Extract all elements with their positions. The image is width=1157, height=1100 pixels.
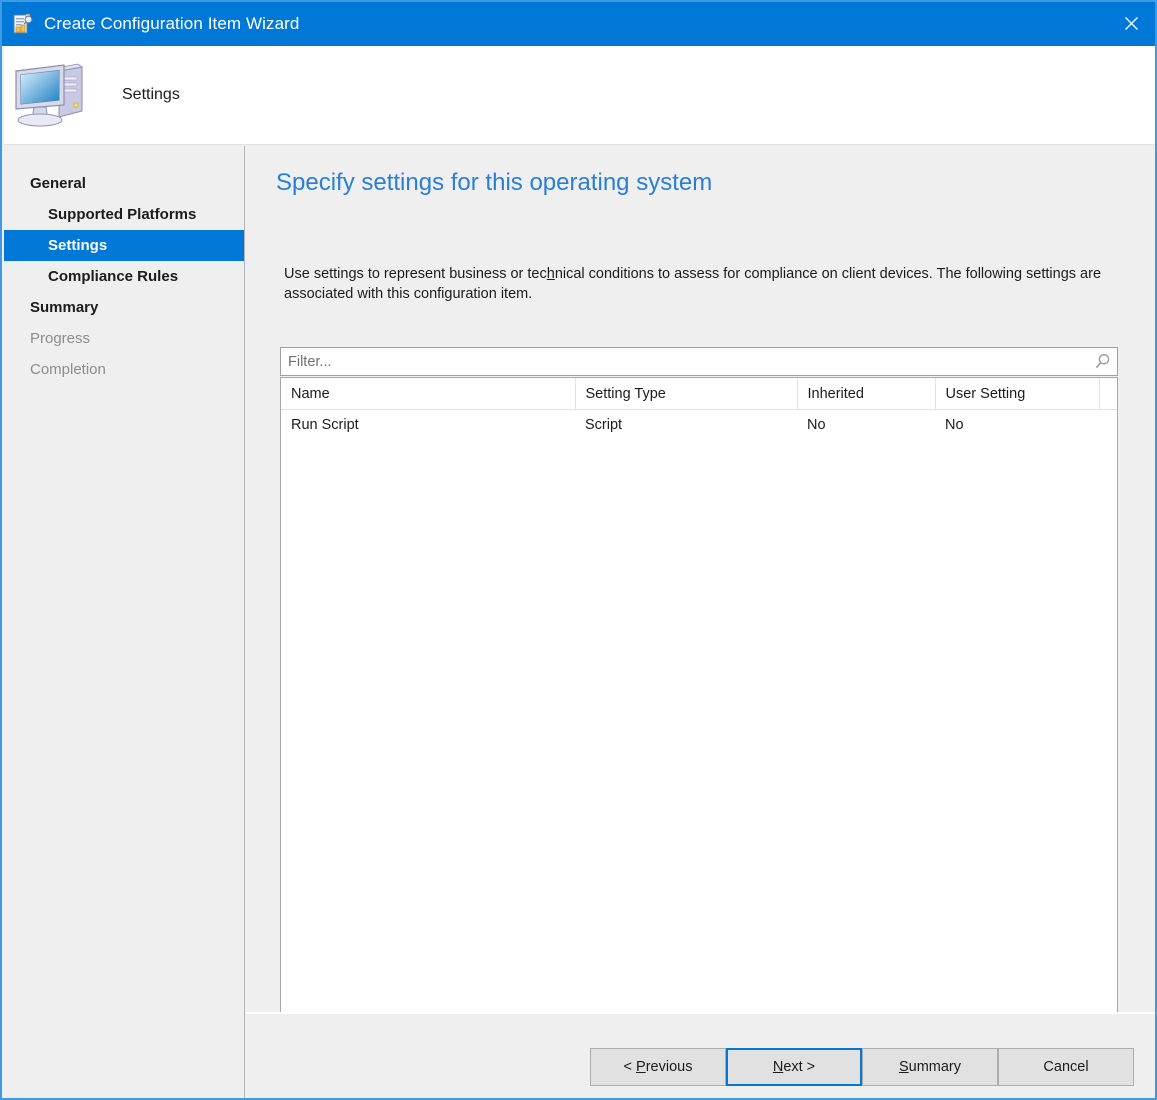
sidebar-item-general[interactable]: General bbox=[4, 168, 244, 199]
banner-title: Settings bbox=[122, 86, 180, 103]
page-description-accelerator: h bbox=[546, 266, 555, 282]
column-header-name[interactable]: Name bbox=[281, 378, 576, 410]
window-title: Create Configuration Item Wizard bbox=[44, 14, 300, 33]
cell-user-setting: No bbox=[945, 417, 964, 433]
settings-table: Name Setting Type Inherited User Setting… bbox=[281, 378, 1117, 440]
table-header-row: Name Setting Type Inherited User Setting bbox=[281, 378, 1117, 410]
page-title: Specify settings for this operating syst… bbox=[276, 169, 713, 196]
filter-box[interactable] bbox=[280, 347, 1118, 376]
next-button[interactable]: Next > bbox=[726, 1048, 862, 1086]
table-row[interactable]: Run Script Script No No bbox=[281, 410, 1117, 441]
page-description: Use settings to represent business or te… bbox=[284, 264, 1129, 304]
title-bar: Create Configuration Item Wizard bbox=[2, 2, 1155, 46]
sidebar-item-summary[interactable]: Summary bbox=[4, 292, 244, 323]
column-header-inherited[interactable]: Inherited bbox=[797, 378, 936, 410]
cell-filler bbox=[1099, 410, 1117, 441]
config-item-icon bbox=[12, 13, 34, 35]
cell-inherited: No bbox=[807, 417, 826, 433]
column-header-setting-type[interactable]: Setting Type bbox=[575, 378, 798, 410]
column-header-user-setting[interactable]: User Setting bbox=[935, 378, 1100, 410]
search-icon[interactable] bbox=[1087, 348, 1117, 375]
wizard-footer: < Previous Next > Summary Cancel bbox=[246, 1014, 1155, 1098]
summary-button[interactable]: Summary bbox=[862, 1048, 998, 1086]
cancel-button[interactable]: Cancel bbox=[998, 1048, 1134, 1086]
create-configuration-item-wizard-dialog: Create Configuration Item Wizard Setting… bbox=[0, 0, 1157, 1100]
sidebar-item-settings[interactable]: Settings bbox=[4, 230, 244, 261]
sidebar-item-progress: Progress bbox=[30, 330, 91, 347]
close-button[interactable] bbox=[1107, 2, 1155, 44]
cell-setting-type: Script bbox=[585, 417, 623, 433]
search-input[interactable] bbox=[281, 348, 1087, 375]
sidebar-item-completion: Completion bbox=[30, 361, 106, 378]
cell-name: Run Script bbox=[291, 417, 359, 433]
sidebar-item-supported-platforms[interactable]: Supported Platforms bbox=[4, 199, 244, 230]
settings-page: Specify settings for this operating syst… bbox=[246, 146, 1155, 1098]
computer-icon bbox=[12, 59, 94, 131]
close-icon bbox=[1124, 16, 1138, 30]
sidebar-item-compliance-rules[interactable]: Compliance Rules bbox=[4, 261, 244, 292]
wizard-step-navigation: General Supported Platforms Settings Com… bbox=[4, 146, 245, 1098]
settings-list[interactable]: Name Setting Type Inherited User Setting… bbox=[280, 377, 1118, 1063]
page-description-pre: Use settings to represent business or te… bbox=[284, 266, 547, 282]
previous-button[interactable]: < Previous bbox=[590, 1048, 726, 1086]
wizard-banner: Settings bbox=[4, 46, 1155, 145]
column-header-filler bbox=[1099, 378, 1117, 410]
